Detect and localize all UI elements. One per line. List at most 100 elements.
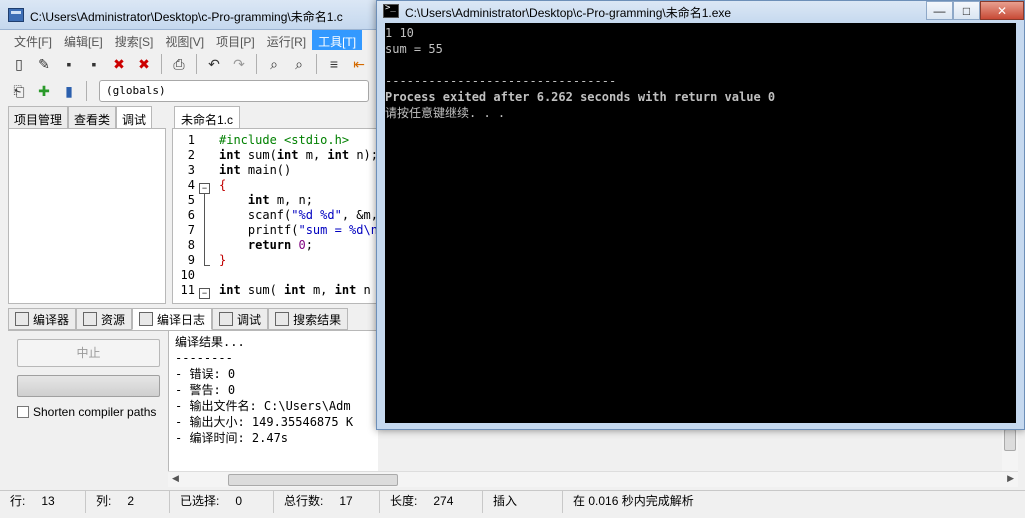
close-file-icon[interactable]: ✖ <box>108 53 130 75</box>
status-value: 2 <box>127 494 135 508</box>
open-file-icon[interactable]: ✎ <box>33 53 55 75</box>
project-options-icon[interactable]: ▮ <box>58 80 80 102</box>
bar-chart-icon <box>139 312 154 326</box>
new-file-icon[interactable]: ▯ <box>8 53 30 75</box>
status-label: 总行数: <box>284 494 324 508</box>
globals-select[interactable]: (globals) <box>99 80 369 102</box>
status-line: 行: 13 <box>0 491 86 513</box>
undo-icon[interactable]: ↶ <box>203 53 225 75</box>
grid-icon <box>15 312 29 326</box>
resource-icon <box>83 312 98 326</box>
fold-collapse-icon[interactable]: − <box>199 183 210 194</box>
replace-icon[interactable]: ⌕ <box>288 53 310 75</box>
console-title-bar[interactable]: C:\Users\Administrator\Desktop\c-Pro-gra… <box>377 1 1024 23</box>
code-line: scanf("%d %d", &m, <box>219 208 378 222</box>
maximize-button[interactable]: □ <box>953 1 980 20</box>
status-label: 长度: <box>390 494 418 508</box>
indent-icon[interactable]: ≡ <box>323 53 345 75</box>
tab-compiler[interactable]: 编译器 <box>8 308 77 330</box>
tab-label: 资源 <box>101 312 126 327</box>
status-value: 在 0.016 秒内完成解析 <box>573 494 694 508</box>
status-label: 列: <box>96 494 112 508</box>
save-icon[interactable]: ▪ <box>58 53 80 75</box>
tab-label: 编译日志 <box>157 312 206 327</box>
redo-icon[interactable]: ↷ <box>228 53 250 75</box>
secondary-toolbar: ⎗ ✚ ▮ (globals) <box>8 78 369 104</box>
compile-log-output[interactable]: 编译结果... -------- - 错误: 0 - 警告: 0 - 输出文件名… <box>168 331 378 487</box>
scroll-left-icon[interactable]: ◀ <box>172 473 179 484</box>
new-project-icon[interactable]: ⎗ <box>8 80 30 102</box>
console-line: 1 10 <box>385 26 414 40</box>
scrollbar-thumb[interactable] <box>1004 429 1016 451</box>
line-number-gutter: 1 2 3 4 5 6 7 8 9 10 11 − − <box>173 133 217 303</box>
menu-run[interactable]: 运行[R] <box>261 30 312 50</box>
status-column: 列: 2 <box>86 491 170 513</box>
checkbox-box[interactable] <box>17 406 29 418</box>
log-line: - 输出大小: 149.35546875 K <box>175 415 354 429</box>
status-value: 13 <box>41 494 55 508</box>
tab-debug[interactable]: 调试 <box>116 106 153 128</box>
check-icon <box>219 312 234 326</box>
line-number: 5 <box>187 193 195 207</box>
tab-debug-bottom[interactable]: 调试 <box>212 308 269 330</box>
console-line: 请按任意键继续. . . <box>385 106 506 120</box>
console-window[interactable]: C:\Users\Administrator\Desktop\c-Pro-gra… <box>376 0 1025 430</box>
ide-title: C:\Users\Administrator\Desktop\c-Pro-gra… <box>30 10 343 24</box>
menu-project[interactable]: 项目[P] <box>210 30 261 50</box>
toolbar-separator <box>161 54 162 74</box>
add-to-project-icon[interactable]: ✚ <box>33 80 55 102</box>
code-line: #include <stdio.h> <box>219 133 350 147</box>
menu-bar: 文件[F] 编辑[E] 搜索[S] 视图[V] 项目[P] 运行[R] 工具[T… <box>8 30 388 50</box>
close-all-icon[interactable]: ✖ <box>133 53 155 75</box>
scrollbar-thumb[interactable] <box>228 474 398 486</box>
line-number: 3 <box>187 163 195 177</box>
unindent-icon[interactable]: ⇤ <box>348 53 370 75</box>
code-line: } <box>219 253 227 267</box>
bottom-panel-tabs: 编译器 资源 编译日志 调试 搜索结果 <box>8 308 380 330</box>
console-output[interactable]: 1 10 sum = 55 --------------------------… <box>385 23 1016 423</box>
line-number: 2 <box>187 148 195 162</box>
tab-editor-file[interactable]: 未命名1.c <box>174 106 241 128</box>
menu-search[interactable]: 搜索[S] <box>109 30 160 50</box>
checkbox-label: Shorten compiler paths <box>33 405 157 419</box>
search-icon <box>275 312 290 326</box>
editor-body[interactable]: 1 2 3 4 5 6 7 8 9 10 11 − − #include <st… <box>172 128 378 304</box>
log-horizontal-scrollbar[interactable]: ◀ ▶ <box>168 471 1018 487</box>
tab-resources[interactable]: 资源 <box>76 308 133 330</box>
window-controls: — □ ✕ <box>926 1 1024 20</box>
tab-project-manager[interactable]: 项目管理 <box>8 106 69 128</box>
log-line: - 编译时间: 2.47s <box>175 431 289 445</box>
toolbar-separator <box>316 54 317 74</box>
find-icon[interactable]: ⌕ <box>263 53 285 75</box>
menu-edit[interactable]: 编辑[E] <box>58 30 109 50</box>
status-insert-mode: 插入 <box>483 491 563 513</box>
stop-button[interactable]: 中止 <box>17 339 160 367</box>
menu-tools[interactable]: 工具[T] <box>312 30 363 50</box>
scroll-right-icon[interactable]: ▶ <box>1007 473 1014 484</box>
console-title: C:\Users\Administrator\Desktop\c-Pro-gra… <box>405 6 732 20</box>
tab-class-browser[interactable]: 查看类 <box>68 106 117 128</box>
tab-label: 调试 <box>237 312 262 327</box>
menu-file[interactable]: 文件[F] <box>8 30 58 50</box>
fold-collapse-icon[interactable]: − <box>199 288 210 299</box>
print-icon[interactable]: ⎙ <box>168 53 190 75</box>
line-number: 7 <box>187 223 195 237</box>
line-number: 9 <box>187 253 195 267</box>
code-line: int main() <box>219 163 292 177</box>
shorten-paths-checkbox[interactable]: Shorten compiler paths <box>17 405 156 419</box>
tab-search-results[interactable]: 搜索结果 <box>268 308 349 330</box>
minimize-button[interactable]: — <box>926 1 953 20</box>
save-all-icon[interactable]: ▪ <box>83 53 105 75</box>
left-panel-body <box>8 128 166 304</box>
close-button[interactable]: ✕ <box>980 1 1024 20</box>
console-line: Process exited after 6.262 seconds with … <box>385 90 776 104</box>
tab-compile-log[interactable]: 编译日志 <box>132 308 213 330</box>
log-line: 编译结果... <box>175 335 245 349</box>
line-number: 11 <box>180 283 195 297</box>
status-value: 0 <box>235 494 243 508</box>
log-vertical-scrollbar[interactable] <box>1002 429 1018 471</box>
menu-view[interactable]: 视图[V] <box>159 30 210 50</box>
log-line: -------- <box>175 351 233 365</box>
line-number: 4 <box>187 178 195 192</box>
status-label: 已选择: <box>180 494 220 508</box>
